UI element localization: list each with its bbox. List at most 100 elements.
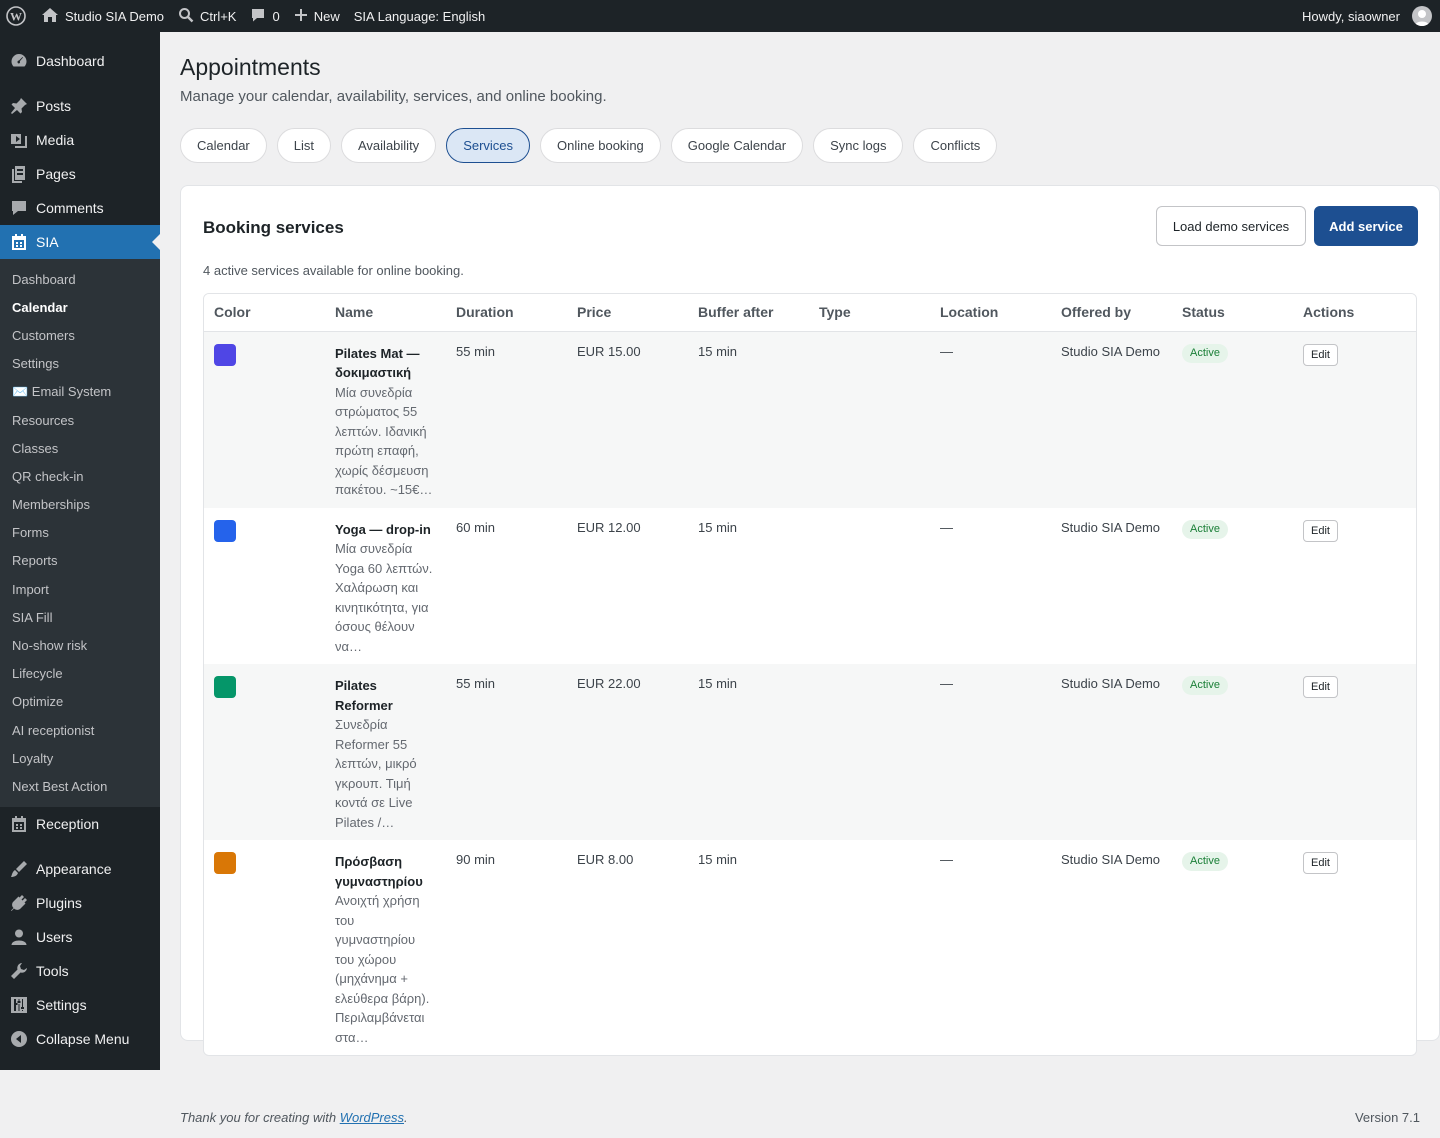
tab-services[interactable]: Services bbox=[446, 128, 531, 163]
edit-service-button[interactable]: Edit bbox=[1303, 852, 1338, 874]
service-description: Μία συνεδρία Yoga 60 λεπτών. Χαλάρωση κα… bbox=[335, 541, 433, 654]
admin-sidebar: Dashboard Posts Media Pages Comments SIA… bbox=[0, 32, 160, 1070]
menu-comments[interactable]: Comments bbox=[0, 191, 160, 225]
brush-icon bbox=[10, 860, 28, 878]
tab-calendar[interactable]: Calendar bbox=[180, 128, 267, 163]
language-switch[interactable]: SIA Language: English bbox=[347, 0, 493, 32]
menu-label: Pages bbox=[36, 166, 76, 182]
service-duration: 60 min bbox=[446, 507, 567, 664]
calendar-icon bbox=[10, 233, 28, 251]
submenu-item[interactable]: Memberships bbox=[0, 491, 160, 519]
submenu-item[interactable]: Classes bbox=[0, 434, 160, 462]
tab-list[interactable]: List bbox=[276, 128, 331, 163]
table-row: Pilates Mat — δοκιμαστική Μία συνεδρία στ… bbox=[204, 331, 1416, 508]
wordpress-logo-icon[interactable]: W bbox=[0, 0, 34, 32]
service-offered-by: Studio SIA Demo bbox=[1051, 664, 1172, 840]
comment-icon bbox=[250, 7, 266, 26]
service-name: Pilates Mat — δοκιμαστική bbox=[335, 345, 420, 381]
service-offered-by: Studio SIA Demo bbox=[1051, 507, 1172, 664]
service-buffer: 15 min bbox=[688, 664, 809, 840]
menu-tools[interactable]: Tools bbox=[0, 954, 160, 988]
service-description: Μία συνεδρία στρώματος 55 λεπτών. Ιδανικ… bbox=[335, 384, 433, 498]
tab-online-booking[interactable]: Online booking bbox=[540, 128, 661, 163]
search-shortcut: Ctrl+K bbox=[200, 8, 237, 24]
menu-appearance[interactable]: Appearance bbox=[0, 852, 160, 886]
submenu-item[interactable]: AI receptionist bbox=[0, 716, 160, 744]
command-search[interactable]: Ctrl+K bbox=[171, 0, 243, 32]
service-duration: 55 min bbox=[446, 331, 567, 508]
edit-service-button[interactable]: Edit bbox=[1303, 676, 1338, 698]
tab-google-calendar[interactable]: Google Calendar bbox=[670, 128, 804, 163]
submenu-item[interactable]: Customers bbox=[0, 321, 160, 349]
footer-period: . bbox=[404, 1110, 408, 1125]
tab-bar: Calendar List Availability Services Onli… bbox=[180, 128, 998, 163]
menu-settings[interactable]: Settings bbox=[0, 988, 160, 1022]
edit-service-button[interactable]: Edit bbox=[1303, 519, 1338, 542]
wordpress-link[interactable]: WordPress bbox=[340, 1110, 404, 1125]
submenu-item[interactable]: Reports bbox=[0, 547, 160, 575]
menu-pages[interactable]: Pages bbox=[0, 157, 160, 191]
services-count-note: 4 active services available for online b… bbox=[203, 263, 464, 278]
menu-posts[interactable]: Posts bbox=[0, 89, 160, 123]
submenu-item[interactable]: QR check-in bbox=[0, 462, 160, 490]
collapse-menu-button[interactable]: Collapse Menu bbox=[0, 1022, 160, 1056]
submenu-item[interactable]: Import bbox=[0, 575, 160, 603]
menu-dashboard[interactable]: Dashboard bbox=[0, 44, 160, 78]
menu-label: Plugins bbox=[36, 894, 82, 911]
column-header: Color bbox=[204, 294, 325, 332]
svg-text:W: W bbox=[10, 10, 22, 24]
submenu-item[interactable]: Optimize bbox=[0, 688, 160, 716]
menu-label: Tools bbox=[36, 962, 69, 979]
tab-availability[interactable]: Availability bbox=[341, 128, 437, 163]
color-swatch bbox=[214, 852, 236, 874]
submenu-item[interactable]: Next Best Action bbox=[0, 772, 160, 800]
column-header: Duration bbox=[446, 294, 567, 332]
submenu-item[interactable]: Loyalty bbox=[0, 744, 160, 772]
comments-link[interactable]: 0 bbox=[243, 0, 286, 32]
service-buffer: 15 min bbox=[688, 840, 809, 1055]
service-type bbox=[809, 331, 930, 508]
service-buffer: 15 min bbox=[688, 331, 809, 508]
service-buffer: 15 min bbox=[688, 507, 809, 664]
edit-service-button[interactable]: Edit bbox=[1303, 343, 1338, 366]
tab-sync-logs[interactable]: Sync logs bbox=[813, 128, 904, 163]
sia-submenu: Dashboard Calendar Customers Settings ✉️… bbox=[0, 259, 160, 807]
status-badge: Active bbox=[1182, 676, 1228, 695]
table-header-row: Color Name Duration Price Buffer after T… bbox=[204, 294, 1416, 332]
menu-reception[interactable]: Reception bbox=[0, 807, 160, 841]
service-name: Yoga — drop-in bbox=[335, 521, 431, 537]
submenu-item[interactable]: Dashboard bbox=[0, 265, 160, 293]
status-badge: Active bbox=[1182, 852, 1228, 871]
menu-label: Collapse Menu bbox=[36, 1030, 130, 1047]
submenu-item[interactable]: SIA Fill bbox=[0, 603, 160, 631]
footer-thanks: Thank you for creating with WordPress. bbox=[180, 1110, 408, 1125]
submenu-item[interactable]: Settings bbox=[0, 350, 160, 378]
site-name-link[interactable]: Studio SIA Demo bbox=[34, 0, 171, 32]
menu-label: SIA bbox=[36, 234, 59, 250]
avatar bbox=[1412, 6, 1432, 26]
tab-conflicts[interactable]: Conflicts bbox=[913, 128, 998, 163]
service-offered-by: Studio SIA Demo bbox=[1051, 331, 1172, 508]
new-label: New bbox=[313, 8, 340, 24]
load-demo-services-button[interactable]: Load demo services bbox=[1156, 206, 1306, 246]
table-row: Πρόσβαση γυμναστηρίου Ανοιχτή χρήση του γ… bbox=[204, 840, 1416, 1055]
comments-count: 0 bbox=[272, 8, 280, 24]
submenu-item[interactable]: ✉️ Email System bbox=[0, 378, 160, 406]
service-offered-by: Studio SIA Demo bbox=[1051, 840, 1172, 1055]
services-card: Booking services Load demo services Add … bbox=[180, 185, 1440, 1056]
menu-users[interactable]: Users bbox=[0, 920, 160, 954]
submenu-item[interactable]: No-show risk bbox=[0, 631, 160, 659]
menu-plugins[interactable]: Plugins bbox=[0, 886, 160, 920]
account-menu[interactable]: Howdy, siaowner bbox=[1295, 0, 1440, 32]
column-header: Type bbox=[809, 294, 930, 332]
new-content-link[interactable]: New bbox=[287, 0, 347, 32]
plug-icon bbox=[10, 894, 28, 912]
submenu-item[interactable]: Forms bbox=[0, 519, 160, 547]
add-service-button[interactable]: Add service bbox=[1314, 206, 1418, 246]
submenu-item[interactable]: Resources bbox=[0, 406, 160, 434]
column-header: Location bbox=[930, 294, 1051, 332]
submenu-item-active[interactable]: Calendar bbox=[0, 293, 160, 321]
menu-media[interactable]: Media bbox=[0, 123, 160, 157]
submenu-item[interactable]: Lifecycle bbox=[0, 660, 160, 688]
menu-sia[interactable]: SIA bbox=[0, 225, 160, 259]
